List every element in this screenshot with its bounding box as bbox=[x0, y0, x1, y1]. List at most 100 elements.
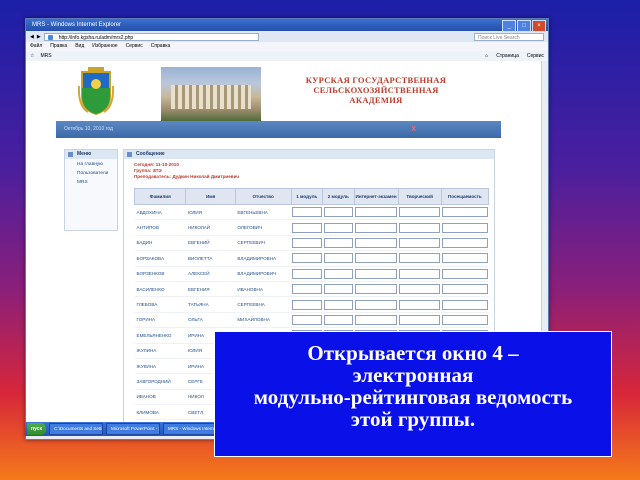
attendance-input[interactable] bbox=[442, 237, 488, 248]
logout-button[interactable]: X bbox=[411, 121, 416, 138]
module-1-input[interactable] bbox=[292, 299, 322, 310]
surname-cell: ЗАВГОРОДНИЙ bbox=[134, 373, 186, 390]
module-2-input[interactable] bbox=[323, 207, 353, 218]
internet-exam-input[interactable] bbox=[355, 237, 398, 248]
attendance-input[interactable] bbox=[442, 314, 488, 325]
menu-edit[interactable]: Правка bbox=[50, 42, 67, 51]
creative-input[interactable] bbox=[399, 222, 441, 233]
col-internet-exam: Интернет-экзамен bbox=[353, 188, 399, 205]
menu-item-users[interactable]: Пользователи bbox=[65, 168, 117, 177]
patronymic-cell: СЕРГЕЕВИЧ bbox=[235, 235, 291, 252]
grade-cell bbox=[398, 219, 442, 236]
module-2-input[interactable] bbox=[323, 314, 353, 325]
caption-line: этой группы. bbox=[350, 407, 476, 431]
menu-item-mrs[interactable]: MRS bbox=[65, 177, 117, 186]
grade-cell bbox=[322, 296, 354, 313]
internet-exam-input[interactable] bbox=[355, 314, 398, 325]
side-menu: Меню На главную Пользователи MRS bbox=[64, 149, 118, 231]
start-button[interactable]: пуск bbox=[27, 423, 46, 435]
patronymic-cell: ЕВГЕНЬЕВНА bbox=[235, 204, 291, 221]
attendance-input[interactable] bbox=[442, 253, 488, 264]
maximize-button[interactable]: □ bbox=[517, 20, 531, 32]
col-creative: Творческий bbox=[397, 188, 442, 205]
creative-input[interactable] bbox=[399, 299, 441, 310]
home-icon[interactable]: ⌂ bbox=[485, 53, 488, 59]
module-2-input[interactable] bbox=[323, 237, 353, 248]
back-button[interactable]: ◀ bbox=[30, 34, 34, 40]
internet-exam-input[interactable] bbox=[355, 222, 398, 233]
creative-input[interactable] bbox=[399, 253, 441, 264]
taskbar-item-powerpoint[interactable]: Microsoft PowerPoint - [... bbox=[105, 423, 160, 435]
grade-cell bbox=[398, 296, 442, 313]
name-cell: АЛЕКСЕЙ bbox=[185, 266, 236, 282]
grade-cell bbox=[398, 312, 442, 329]
menu-view[interactable]: Вид bbox=[75, 42, 84, 51]
surname-cell: ГОРИНА bbox=[134, 312, 186, 329]
menu-favorites[interactable]: Избранное bbox=[92, 42, 117, 51]
page-tab[interactable]: MRS bbox=[40, 53, 51, 59]
forward-button[interactable]: ▶ bbox=[37, 34, 41, 40]
module-1-input[interactable] bbox=[292, 284, 322, 295]
module-1-input[interactable] bbox=[292, 268, 322, 279]
tools-menu[interactable]: Сервис bbox=[527, 53, 544, 59]
module-2-input[interactable] bbox=[323, 268, 353, 279]
menu-file[interactable]: Файл bbox=[30, 42, 42, 51]
attendance-input[interactable] bbox=[442, 222, 488, 233]
menu-title: Меню bbox=[65, 150, 117, 159]
attendance-input[interactable] bbox=[442, 207, 488, 218]
creative-input[interactable] bbox=[399, 237, 441, 248]
creative-input[interactable] bbox=[399, 284, 441, 295]
surname-cell: ИВАНОВ bbox=[134, 389, 186, 406]
caption-line: электронная bbox=[352, 363, 474, 387]
grade-cell bbox=[354, 312, 399, 329]
creative-input[interactable] bbox=[399, 268, 441, 279]
creative-input[interactable] bbox=[399, 314, 441, 325]
patronymic-cell: СЕРГЕЕВНА bbox=[235, 296, 291, 313]
taskbar-item-explorer[interactable]: C:\Documents and Settin... bbox=[48, 423, 103, 435]
col-surname: Фамилия bbox=[133, 188, 187, 205]
surname-cell: КЛИМОВА bbox=[134, 404, 186, 421]
internet-exam-input[interactable] bbox=[355, 268, 398, 279]
menu-help[interactable]: Справка bbox=[151, 42, 171, 51]
module-1-input[interactable] bbox=[292, 222, 322, 233]
search-input[interactable]: Поиск Live Search bbox=[474, 32, 544, 41]
menu-tools[interactable]: Сервис bbox=[126, 42, 143, 51]
module-2-input[interactable] bbox=[323, 284, 353, 295]
module-2-input[interactable] bbox=[323, 222, 353, 233]
module-1-input[interactable] bbox=[292, 207, 322, 218]
attendance-input[interactable] bbox=[442, 299, 488, 310]
name-cell: ОЛЬГА bbox=[185, 312, 236, 329]
minimize-button[interactable]: _ bbox=[502, 20, 516, 32]
internet-exam-input[interactable] bbox=[355, 207, 398, 218]
internet-exam-input[interactable] bbox=[355, 299, 398, 310]
module-1-input[interactable] bbox=[292, 237, 322, 248]
address-bar[interactable]: http://info.kgsha.ru/adm/mrs2.php bbox=[43, 32, 259, 41]
patronymic-cell: ВЛАДИМИРОВНА bbox=[235, 250, 291, 267]
patronymic-cell: ИВАНОВНА bbox=[235, 281, 291, 298]
grade-cell bbox=[441, 266, 489, 282]
internet-exam-input[interactable] bbox=[355, 253, 398, 264]
page-menu[interactable]: Страница bbox=[496, 53, 519, 59]
internet-exam-input[interactable] bbox=[355, 284, 398, 295]
close-button[interactable]: × bbox=[532, 20, 546, 32]
attendance-input[interactable] bbox=[442, 284, 488, 295]
favorites-star-icon[interactable]: ☆ bbox=[30, 53, 34, 59]
grade-cell bbox=[322, 219, 354, 236]
grade-cell bbox=[291, 266, 323, 282]
creative-input[interactable] bbox=[399, 207, 441, 218]
module-2-input[interactable] bbox=[323, 253, 353, 264]
menu-item-home[interactable]: На главную bbox=[65, 159, 117, 168]
surname-cell: ЕМЕЛЬЯНЕНКО bbox=[134, 327, 186, 344]
table-row: ГОРИНА ОЛЬГА МИХАЙЛОВНА bbox=[134, 312, 489, 329]
col-name: Имя bbox=[185, 188, 236, 205]
grade-cell bbox=[291, 312, 323, 329]
module-1-input[interactable] bbox=[292, 314, 322, 325]
taskbar-item-browser[interactable]: MRS - Windows Internet... bbox=[162, 423, 217, 435]
module-1-input[interactable] bbox=[292, 253, 322, 264]
module-2-input[interactable] bbox=[323, 299, 353, 310]
grade-cell bbox=[354, 281, 399, 298]
academy-emblem-icon bbox=[78, 67, 114, 116]
table-row: БОРЗАКОВА ВИОЛЕТТА ВЛАДИМИРОВНА bbox=[134, 250, 489, 267]
grade-cell bbox=[291, 250, 323, 267]
attendance-input[interactable] bbox=[442, 268, 488, 279]
